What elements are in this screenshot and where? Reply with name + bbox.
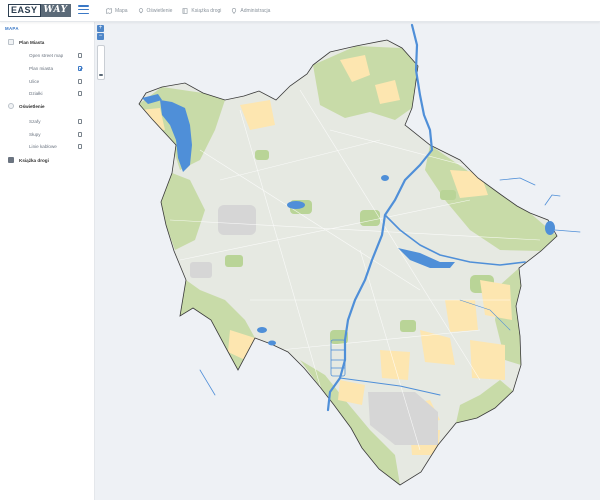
marker-icon [232, 8, 237, 14]
map-canvas[interactable] [95, 22, 600, 500]
zoom-in-button[interactable]: + [97, 25, 104, 32]
layer-checkbox[interactable] [77, 144, 82, 149]
layer-item-label: Plan miasta [29, 66, 54, 71]
sidebar-title: MAPA [5, 26, 19, 31]
layer-group-label: Plan Miasta [19, 39, 45, 45]
map-icon [106, 8, 112, 14]
layer-group-road-book[interactable]: Książka drogi [8, 157, 49, 163]
city-map [138, 23, 581, 486]
layer-checkbox[interactable] [77, 66, 82, 71]
layers-sidebar: MAPA Plan Miasta Open street map Plan mi… [0, 22, 95, 500]
layer-group-label: Książka drogi [19, 157, 49, 163]
layers-icon [8, 39, 14, 45]
book-icon [182, 8, 188, 14]
layer-item-streets[interactable]: Ulice [29, 79, 82, 84]
nav-item-admin-label: Administracja [240, 8, 271, 14]
layer-item-plots[interactable]: Działki [29, 91, 82, 96]
layer-item-cable-lines[interactable]: Linie kablowe [29, 144, 82, 149]
app-logo[interactable]: EASY WAY [8, 4, 71, 17]
logo-text-easy: EASY [8, 4, 41, 17]
layer-checkbox[interactable] [77, 119, 82, 124]
main-nav: Mapa Oświetlenie Książka drogi Administr… [106, 0, 270, 22]
layer-item-label: Słupy [29, 132, 41, 137]
layer-item-label: Linie kablowe [29, 144, 57, 149]
book-icon [8, 157, 14, 163]
nav-item-lighting[interactable]: Oświetlenie [138, 8, 173, 14]
layer-item-poles[interactable]: Słupy [29, 132, 82, 137]
nav-item-lighting-label: Oświetlenie [146, 8, 173, 14]
nav-item-map-label: Mapa [115, 8, 128, 14]
nav-item-map[interactable]: Mapa [106, 8, 128, 14]
layer-item-label: Open street map [29, 53, 64, 58]
zoom-control: + − [97, 25, 105, 80]
nav-item-admin[interactable]: Administracja [231, 8, 270, 14]
layer-item-cabinets[interactable]: Szafy [29, 119, 82, 124]
layer-item-label: Szafy [29, 119, 41, 124]
nav-item-road-book[interactable]: Książka drogi [182, 8, 221, 14]
layer-item-label: Działki [29, 91, 43, 96]
layer-group-lighting[interactable]: Oświetlenie [8, 103, 45, 109]
zoom-slider[interactable] [97, 45, 105, 80]
menu-toggle-icon[interactable] [78, 5, 89, 14]
layer-checkbox[interactable] [77, 79, 82, 84]
zoom-out-button[interactable]: − [97, 33, 104, 40]
layer-group-city-plan[interactable]: Plan Miasta [8, 39, 44, 45]
layer-checkbox[interactable] [77, 53, 82, 58]
bulb-icon [8, 103, 14, 109]
nav-item-road-book-label: Książka drogi [191, 8, 222, 14]
layer-item-label: Ulice [29, 79, 40, 84]
zoom-slider-handle[interactable] [99, 73, 103, 76]
layer-group-label: Oświetlenie [19, 103, 45, 109]
logo-text-way: WAY [40, 4, 71, 17]
bulb-icon [138, 8, 143, 14]
layer-item-osm[interactable]: Open street map [29, 53, 82, 58]
layer-item-city-plan[interactable]: Plan miasta [29, 66, 82, 71]
layer-checkbox[interactable] [77, 132, 82, 137]
layer-checkbox[interactable] [77, 91, 82, 96]
top-bar: EASY WAY Mapa Oświetlenie Książka drogi … [0, 0, 600, 22]
